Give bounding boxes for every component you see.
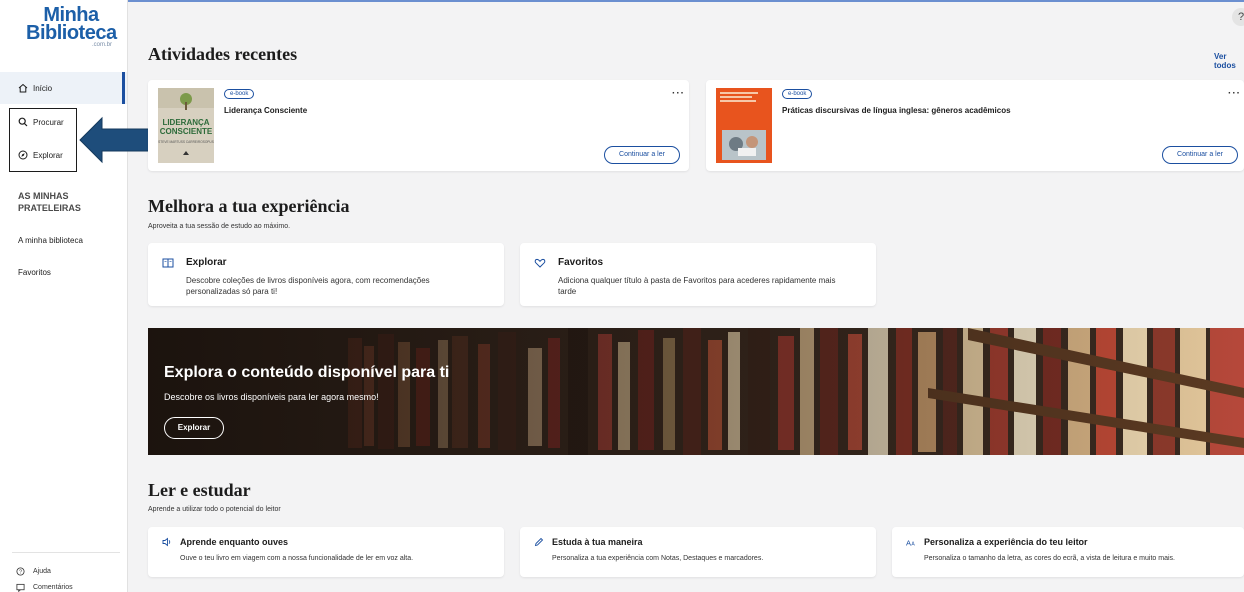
sidebar-help[interactable]: ? Ajuda (16, 567, 51, 576)
nav-active-indicator (122, 72, 125, 104)
study-card-listen[interactable]: Aprende enquanto ouves Ouve o teu livro … (148, 527, 504, 577)
banner-title: Explora o conteúdo disponível para ti (164, 364, 450, 381)
explore-banner: Explora o conteúdo disponível para ti De… (148, 328, 1244, 455)
ebook-badge: e-book (782, 89, 813, 99)
shelves-heading: AS MINHAS PRATELEIRAS (18, 190, 81, 214)
study-card-title: Aprende enquanto ouves (180, 537, 289, 547)
study-card-title: Personaliza a experiência do teu leitor (924, 537, 1088, 547)
feature-desc: Adiciona qualquer título à pasta de Favo… (558, 275, 836, 297)
svg-text:A: A (911, 541, 915, 547)
continue-reading-button[interactable]: Continuar a ler (604, 146, 680, 164)
heart-icon (534, 258, 546, 268)
cover-title-line1: LIDERANÇA (162, 118, 209, 127)
study-title: Ler e estudar (148, 480, 251, 500)
annotation-highlight-box (9, 108, 77, 172)
study-card-notes[interactable]: Estuda à tua maneira Personaliza a tua e… (520, 527, 876, 577)
continue-reading-button[interactable]: Continuar a ler (1162, 146, 1238, 164)
sidebar-comments-label: Comentários (33, 584, 73, 591)
svg-text:?: ? (19, 569, 22, 575)
top-border (128, 0, 1244, 2)
sidebar-item-favorites[interactable]: Favoritos (18, 268, 51, 277)
feature-desc-line1: Descobre coleções de livros disponíveis … (186, 276, 430, 285)
cover-author: STEVE MARTUSS CARREIROSOPUS (158, 140, 214, 144)
see-all-link[interactable]: Ver todos (1214, 52, 1244, 70)
pencil-icon (534, 537, 544, 547)
book-title[interactable]: Práticas discursivas de língua inglesa: … (782, 106, 1011, 115)
book-cover-lideranca: LIDERANÇA CONSCIENTE STEVE MARTUSS CARRE… (158, 88, 214, 163)
sidebar-item-inicio[interactable]: Início (18, 83, 52, 93)
feature-title: Explorar (186, 257, 227, 268)
study-card-title: Estuda à tua maneira (552, 537, 643, 547)
favorites-feature-card[interactable]: Favoritos Adiciona qualquer título à pas… (520, 243, 876, 306)
comment-icon (16, 583, 25, 592)
ebook-badge: e-book (224, 89, 255, 99)
help-icon: ? (16, 567, 25, 576)
logo-line2: Biblioteca (26, 22, 117, 44)
sidebar-item-my-library[interactable]: A minha biblioteca (18, 236, 83, 245)
improve-title: Melhora a tua experiência (148, 196, 350, 216)
feature-desc-line2: personalizadas só para ti! (186, 287, 278, 296)
sidebar-comments[interactable]: Comentários (16, 583, 73, 592)
speaker-icon (162, 537, 171, 547)
study-card-desc: Ouve o teu livro em viagem com a nossa f… (180, 555, 414, 562)
book-cover-praticas (716, 88, 772, 163)
feature-title: Favoritos (558, 257, 604, 268)
improve-subtitle: Aproveita a tua sessão de estudo ao máxi… (148, 223, 291, 230)
study-card-personalize[interactable]: AA Personaliza a experiência do teu leit… (892, 527, 1244, 577)
more-options-icon[interactable]: ··· (1228, 88, 1241, 99)
study-card-desc: Personaliza a tua experiência com Notas,… (552, 555, 764, 562)
sidebar-divider (12, 552, 120, 553)
sidebar: Minha Biblioteca .com.br Início Procurar… (0, 0, 128, 592)
banner-explore-button[interactable]: Explorar (164, 417, 224, 439)
shelves-heading-line2: PRATELEIRAS (18, 203, 81, 213)
feature-desc-line1: Adiciona qualquer título à pasta de Favo… (558, 276, 836, 285)
recent-card[interactable]: LIDERANÇA CONSCIENTE STEVE MARTUSS CARRE… (148, 80, 689, 171)
help-circle-icon[interactable]: ? (1232, 8, 1244, 26)
explore-feature-card[interactable]: Explorar Descobre coleções de livros dis… (148, 243, 504, 306)
svg-text:A: A (906, 538, 911, 547)
more-options-icon[interactable]: ··· (672, 88, 685, 99)
recent-card[interactable]: e-book Práticas discursivas de língua in… (706, 80, 1244, 171)
book-title[interactable]: Liderança Consciente (224, 106, 307, 115)
shelves-heading-line1: AS MINHAS (18, 191, 69, 201)
sidebar-item-label: Início (33, 83, 53, 93)
logo[interactable]: Minha Biblioteca .com.br (26, 5, 117, 48)
feature-desc-line2: tarde (558, 287, 577, 296)
home-icon (18, 83, 28, 93)
sidebar-help-label: Ajuda (33, 568, 51, 575)
font-size-icon: AA (906, 538, 915, 547)
study-card-desc: Personaliza o tamanho da letra, as cores… (924, 555, 1175, 562)
cover-title-line2: CONSCIENTE (160, 127, 213, 136)
feature-desc: Descobre coleções de livros disponíveis … (186, 275, 430, 297)
book-open-icon (162, 258, 174, 268)
study-subtitle: Aprende a utilizar todo o potencial do l… (148, 506, 281, 513)
banner-subtitle: Descobre os livros disponíveis para ler … (164, 392, 379, 402)
recent-title: Atividades recentes (148, 44, 298, 64)
